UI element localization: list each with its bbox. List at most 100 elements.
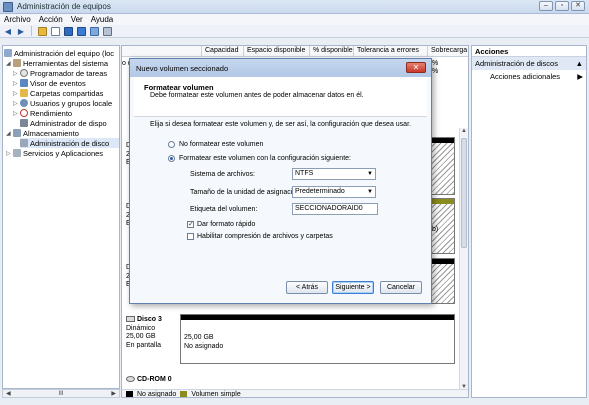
tree-item-label: Servicios y Aplicaciones [23, 148, 104, 158]
tree-item-local-users[interactable]: ▷ Usuarios y grupos locale [13, 98, 112, 108]
tree-item-shared-folders[interactable]: ▷ Carpetas compartidas [13, 88, 103, 98]
tree-item-storage[interactable]: ◢ Almacenamiento [6, 128, 79, 138]
export-icon[interactable] [76, 26, 86, 36]
disk-3-info: Disco 3 Dinámico 25,00 GB En pantalla [126, 316, 180, 350]
tools-icon [13, 59, 21, 67]
disk-3-unallocated-partition[interactable]: 25,00 GB No asignado [180, 314, 455, 364]
services-icon [13, 149, 21, 157]
wizard-body: Elija si desea formatear este volumen y,… [134, 117, 427, 301]
disk-vertical-scrollbar[interactable]: ▲ ▼ [459, 128, 468, 390]
wizard-title-bar: Nuevo volumen seccionado ✕ [130, 59, 431, 77]
help-icon[interactable] [63, 26, 73, 36]
tree-item-label: Administración de disco [30, 138, 110, 148]
tree-item-event-viewer[interactable]: ▷ Visor de eventos [13, 78, 86, 88]
expand-arrow-icon[interactable]: ▷ [6, 150, 13, 157]
file-system-select[interactable]: NTFS ▼ [292, 168, 376, 180]
refresh-icon[interactable] [89, 26, 99, 36]
cdrom-0-info: CD-ROM 0 [126, 376, 180, 385]
scroll-grip[interactable]: III [58, 391, 63, 397]
column-header-percent-free[interactable]: % disponible [310, 46, 354, 57]
collapse-arrow-icon[interactable]: ◢ [6, 60, 13, 67]
tree-item-device-manager[interactable]: Administrador de dispo [20, 118, 107, 128]
maximize-button[interactable]: ▫ [555, 1, 569, 11]
radio-no-format-label[interactable]: No formatear este volumen [179, 141, 263, 148]
tree-item-services[interactable]: ▷ Servicios y Aplicaciones [6, 148, 103, 158]
computer-management-icon [3, 1, 13, 12]
menu-archivo[interactable]: Archivo [4, 15, 31, 24]
disk-icon [126, 316, 135, 323]
wizard-close-button[interactable]: ✕ [406, 62, 426, 73]
volume-label-input[interactable]: SECCIONADORAID0 [292, 203, 378, 215]
actions-section-disk-management[interactable]: Administración de discos ▲ [472, 57, 586, 70]
back-button[interactable]: < Atrás [286, 281, 328, 294]
column-header-free-space[interactable]: Espacio disponible [244, 46, 310, 57]
storage-icon [13, 129, 21, 137]
event-viewer-icon [20, 79, 28, 87]
allocation-unit-select[interactable]: Predeterminado ▼ [292, 186, 376, 198]
tree-item-disk-management[interactable]: Administración de disco [20, 138, 119, 148]
tree-item-task-scheduler[interactable]: ▷ Programador de tareas [13, 68, 107, 78]
expand-arrow-icon[interactable]: ▷ [13, 110, 20, 117]
column-header-overhead[interactable]: Sobrecarga [428, 46, 468, 57]
radio-format-label[interactable]: Formatear este volumen con la configurac… [179, 155, 351, 162]
expand-arrow-icon[interactable]: ▷ [13, 90, 20, 97]
properties-icon[interactable] [50, 26, 60, 36]
expand-arrow-icon[interactable]: ▷ [13, 70, 20, 77]
dropdown-arrow-icon[interactable]: ▼ [367, 169, 373, 179]
next-button[interactable]: Siguiente > [332, 281, 374, 294]
radio-no-format[interactable] [168, 141, 175, 148]
navigation-tree: Administración del equipo (loc ◢ Herrami… [2, 45, 120, 389]
clipped-text: % [432, 60, 439, 67]
tree-item-computer-management[interactable]: Administración del equipo (loc [4, 48, 114, 58]
forward-icon[interactable]: ▶ [16, 26, 26, 36]
tree-item-label: Almacenamiento [23, 128, 79, 138]
expand-arrow-icon[interactable]: ▷ [13, 80, 20, 87]
close-button[interactable]: ✕ [571, 1, 585, 11]
back-icon[interactable]: ◀ [3, 26, 13, 36]
volume-label-label: Etiqueta del volumen: [190, 206, 258, 213]
tree-item-label: Carpetas compartidas [30, 88, 104, 98]
expand-arrow-icon[interactable]: ▷ [13, 100, 20, 107]
settings-icon[interactable] [102, 26, 112, 36]
collapse-up-icon[interactable]: ▲ [576, 59, 583, 68]
wizard-title: Nuevo volumen seccionado [136, 63, 229, 73]
tree-item-performance[interactable]: ▷ Rendimiento [13, 108, 72, 118]
menu-accion[interactable]: Acción [39, 15, 63, 24]
menu-ayuda[interactable]: Ayuda [91, 15, 114, 24]
tree-item-label: Visor de eventos [30, 78, 86, 88]
compression-label[interactable]: Habilitar compresión de archivos y carpe… [197, 233, 333, 240]
tree-item-system-tools[interactable]: ◢ Herramientas del sistema [6, 58, 108, 68]
allocation-unit-value: Predeterminado [295, 188, 345, 195]
cdrom-icon [126, 376, 135, 383]
column-header-fault-tolerance[interactable]: Tolerancia a errores [354, 46, 428, 57]
column-header-volume[interactable] [122, 46, 202, 57]
tree-item-label: Administrador de dispo [30, 118, 107, 128]
action-more-actions[interactable]: Acciones adicionales ▶ [472, 70, 586, 83]
scroll-thumb[interactable] [461, 138, 467, 248]
partition-size: 25,00 GB [184, 334, 214, 341]
scroll-up-icon[interactable]: ▲ [460, 128, 468, 134]
column-header-capacity[interactable]: Capacidad [202, 46, 244, 57]
folder-up-icon[interactable] [37, 26, 47, 36]
tree-horizontal-scrollbar[interactable]: ◀ III ▶ [2, 389, 120, 398]
scroll-right-icon[interactable]: ▶ [111, 390, 116, 397]
compression-checkbox[interactable] [187, 233, 194, 240]
clock-icon [20, 69, 28, 77]
collapse-arrow-icon[interactable]: ◢ [6, 130, 13, 137]
file-system-label: Sistema de archivos: [190, 171, 255, 178]
legend-label-simple-volume: Volumen simple [191, 391, 241, 398]
device-manager-icon [20, 119, 28, 127]
cancel-button[interactable]: Cancelar [380, 281, 422, 294]
shared-folder-icon [20, 89, 28, 97]
scroll-left-icon[interactable]: ◀ [6, 390, 11, 397]
minimize-button[interactable]: – [539, 1, 553, 11]
radio-format[interactable] [168, 155, 175, 162]
actions-header: Acciones [472, 46, 586, 57]
quick-format-label[interactable]: Dar formato rápido [197, 221, 255, 228]
clipped-text: b) [432, 226, 439, 233]
performance-icon [20, 109, 28, 117]
menu-ver[interactable]: Ver [71, 15, 83, 24]
dropdown-arrow-icon[interactable]: ▼ [367, 187, 373, 197]
disk-name: CD-ROM 0 [137, 376, 172, 383]
quick-format-checkbox[interactable]: ✓ [187, 221, 194, 228]
